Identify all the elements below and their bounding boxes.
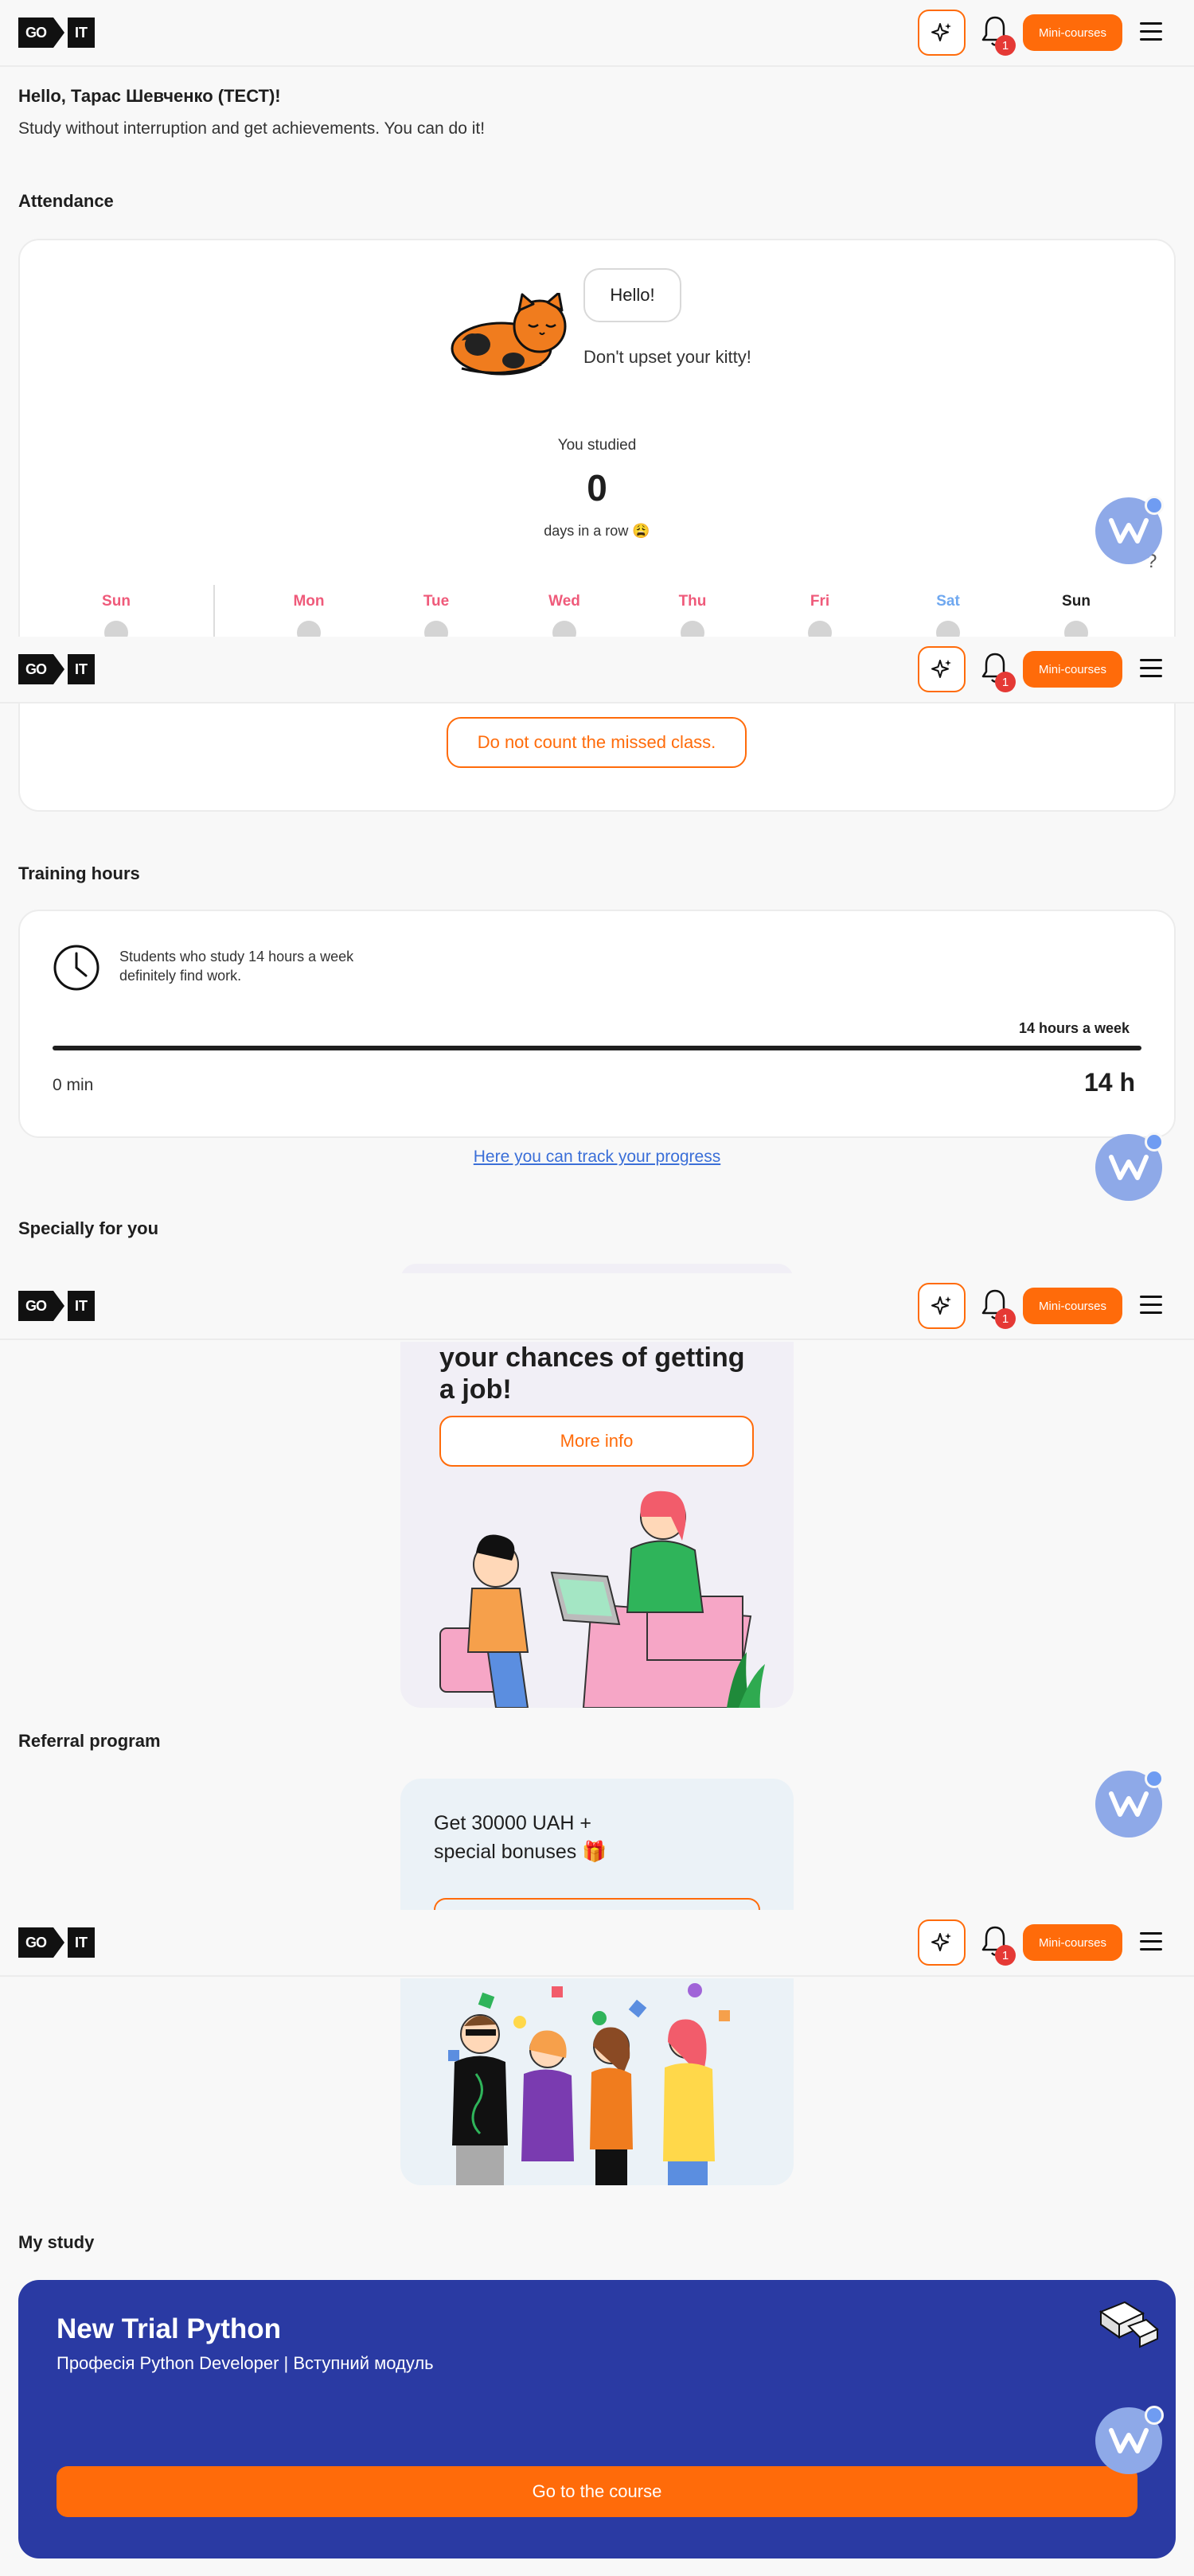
training-heading: Training hours	[18, 863, 140, 883]
week-divider	[213, 585, 215, 637]
sticky-header: GO IT 1 Mini-courses	[0, 1910, 1194, 1977]
day-label: Wed	[548, 593, 580, 610]
w-chat-button[interactable]	[1095, 1132, 1164, 1201]
notifications-button[interactable]: 1	[979, 651, 1016, 692]
referral-illustration-panel	[400, 1978, 794, 2185]
training-info-text: Students who study 14 hours a week defin…	[119, 949, 354, 984]
course-card[interactable]: New Trial Python Професія Python Develop…	[18, 2280, 1176, 2558]
notification-badge: 1	[995, 1308, 1016, 1329]
sparkle-icon	[931, 1933, 951, 1951]
mini-courses-button[interactable]: Mini-courses	[1023, 1288, 1122, 1324]
ai-sparkle-button[interactable]	[918, 1919, 966, 1966]
w-logo-icon	[1109, 1791, 1149, 1817]
day-label: Sat	[936, 593, 960, 610]
goit-logo[interactable]: GO IT	[18, 1927, 95, 1958]
mini-courses-button[interactable]: Mini-courses	[1023, 651, 1122, 688]
studied-label: You studied	[557, 437, 637, 454]
day-label: Sun	[1062, 593, 1091, 610]
day-label: Thu	[678, 593, 707, 610]
notifications-button[interactable]: 1	[979, 1288, 1016, 1329]
goal-label: 14 hours a week	[1019, 1020, 1130, 1036]
w-chat-button[interactable]	[1095, 496, 1164, 564]
w-chat-button[interactable]	[1095, 1769, 1164, 1837]
sparkle-icon	[931, 1296, 951, 1315]
special-promo-card: your chances of getting a job! More info	[400, 1342, 794, 1708]
w-chat-button[interactable]	[1095, 2406, 1164, 2474]
more-info-button[interactable]: More info	[439, 1416, 754, 1467]
w-logo-icon	[1109, 518, 1149, 544]
hello-bubble: Hello!	[583, 268, 681, 322]
notification-badge: 1	[995, 1945, 1016, 1966]
notifications-button[interactable]: 1	[979, 14, 1016, 56]
greeting-title: Hello, Тарас Шевченко (ТЕСТ)!	[18, 86, 281, 106]
goit-dice-icon	[1098, 2301, 1159, 2348]
clock-icon	[53, 945, 100, 991]
specially-heading: Specially for you	[18, 1218, 159, 1238]
day-label: Sun	[102, 593, 131, 610]
go-to-course-button[interactable]: Go to the course	[57, 2466, 1137, 2517]
track-progress-link[interactable]: Here you can track your progress	[0, 1148, 1194, 1167]
day-label: Fri	[810, 593, 830, 610]
sticky-header: GO IT 1 Mini-courses	[0, 1273, 1194, 1340]
greeting-subtitle: Study without interruption and get achie…	[18, 119, 486, 138]
top-header: GO IT 1 Mini-courses	[0, 0, 1194, 67]
coworking-illustration	[439, 1491, 765, 1708]
ai-sparkle-button[interactable]	[918, 646, 966, 692]
goit-logo[interactable]: GO IT	[18, 1291, 95, 1321]
mini-courses-button[interactable]: Mini-courses	[1023, 1924, 1122, 1961]
kitty-text: Don't upset your kitty!	[583, 347, 751, 367]
notifications-button[interactable]: 1	[979, 1924, 1016, 1966]
streak-unit: days in a row 😩	[544, 523, 650, 539]
menu-icon[interactable]	[1140, 22, 1162, 41]
menu-icon[interactable]	[1140, 659, 1162, 678]
current-training-value: 0 min	[53, 1076, 94, 1094]
referral-promo-card: Get 30000 UAH + special bonuses 🎁	[400, 1779, 794, 1910]
goal-value: 14 h	[1084, 1068, 1136, 1097]
w-logo-icon	[1109, 2428, 1149, 2453]
ai-sparkle-button[interactable]	[918, 1283, 966, 1329]
sparkle-icon	[931, 660, 951, 678]
referral-heading: Referral program	[18, 1731, 161, 1751]
notification-badge: 1	[995, 672, 1016, 692]
menu-icon[interactable]	[1140, 1296, 1162, 1315]
logo-it: IT	[68, 18, 95, 48]
celebrating-friends-illustration	[448, 1983, 730, 2185]
day-label: Tue	[423, 593, 450, 610]
referral-text-line2: special bonuses 🎁	[434, 1841, 607, 1863]
streak-count: 0	[587, 467, 607, 509]
w-logo-icon	[1109, 1155, 1149, 1180]
course-title: New Trial Python	[57, 2313, 281, 2344]
goit-logo[interactable]: GO IT	[18, 654, 95, 684]
mini-courses-button[interactable]: Mini-courses	[1023, 14, 1122, 51]
logo-go: GO	[18, 18, 53, 48]
day-label: Mon	[293, 593, 325, 610]
goit-logo[interactable]: GO IT	[18, 18, 95, 48]
menu-icon[interactable]	[1140, 1932, 1162, 1951]
promo-title: your chances of getting a job!	[439, 1343, 745, 1405]
sticky-header: GO IT 1 Mini-courses	[0, 637, 1194, 703]
ai-sparkle-button[interactable]	[918, 10, 966, 56]
my-study-heading: My study	[18, 2232, 95, 2252]
notification-badge: 1	[995, 35, 1016, 56]
sparkle-icon	[931, 23, 951, 41]
sleeping-cat-illustration	[451, 293, 567, 376]
referral-text-line1: Get 30000 UAH +	[434, 1812, 592, 1834]
course-subtitle: Професія Python Developer | Вступний мод…	[57, 2353, 434, 2373]
training-progress-track	[53, 1046, 1141, 1050]
referral-button[interactable]	[434, 1898, 760, 1910]
training-card	[18, 910, 1176, 1138]
missed-class-button[interactable]: Do not count the missed class.	[447, 717, 747, 768]
attendance-heading: Attendance	[18, 191, 114, 211]
